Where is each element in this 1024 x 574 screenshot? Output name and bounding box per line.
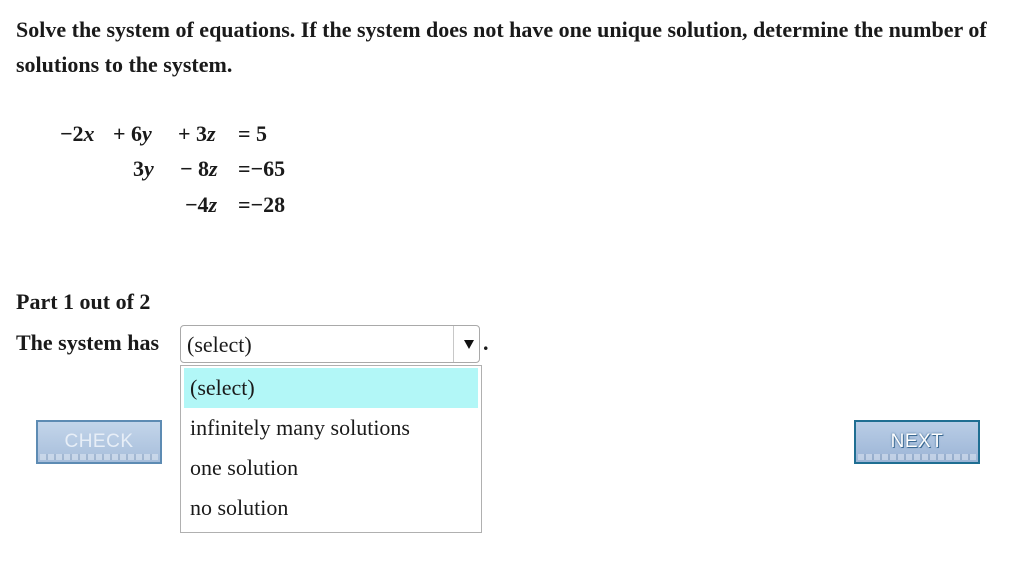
check-button-label: CHECK xyxy=(64,431,134,452)
sentence-period: . xyxy=(483,330,489,355)
equation-term-x: −2x xyxy=(60,119,95,149)
next-button-label: NEXT xyxy=(890,431,944,452)
select-divider xyxy=(453,326,454,362)
equation-term-z: − 8z xyxy=(180,156,218,181)
equation-rhs: = 5 xyxy=(238,121,268,146)
dropdown-list: (select) infinitely many solutions one s… xyxy=(180,365,482,533)
next-button[interactable]: NEXT xyxy=(854,420,980,464)
equation-row-1: −2x + 6y + 3z = 5 xyxy=(0,119,400,149)
equation-rhs: =−65 xyxy=(238,156,286,181)
dropdown-option-one-solution[interactable]: one solution xyxy=(184,448,478,488)
term-text: −2x xyxy=(60,121,95,146)
part-label: Part 1 out of 2 xyxy=(16,289,151,314)
question-text: Solve the system of equations. If the sy… xyxy=(16,17,987,77)
button-stripe xyxy=(858,454,976,460)
dropdown-option-select[interactable]: (select) xyxy=(184,368,478,408)
chevron-down-icon[interactable] xyxy=(464,340,474,349)
answer-prompt: The system has xyxy=(16,330,160,355)
equation-term-z: + 3z xyxy=(178,121,216,146)
equation-term-z: −4z xyxy=(185,192,218,217)
answer-select[interactable]: (select) xyxy=(180,325,480,363)
equation-row-3: −4z =−28 xyxy=(0,190,400,220)
dropdown-option-infinitely-many[interactable]: infinitely many solutions xyxy=(184,408,478,448)
select-value: (select) xyxy=(187,332,252,357)
equation-term-y: + 6y xyxy=(113,121,152,146)
dropdown-option-no-solution[interactable]: no solution xyxy=(184,488,478,528)
button-stripe xyxy=(40,454,158,460)
check-button[interactable]: CHECK xyxy=(36,420,162,464)
equation-row-2: 3y − 8z =−65 xyxy=(0,154,400,184)
equation-term-y: 3y xyxy=(133,156,154,181)
equation-rhs: =−28 xyxy=(238,192,286,217)
